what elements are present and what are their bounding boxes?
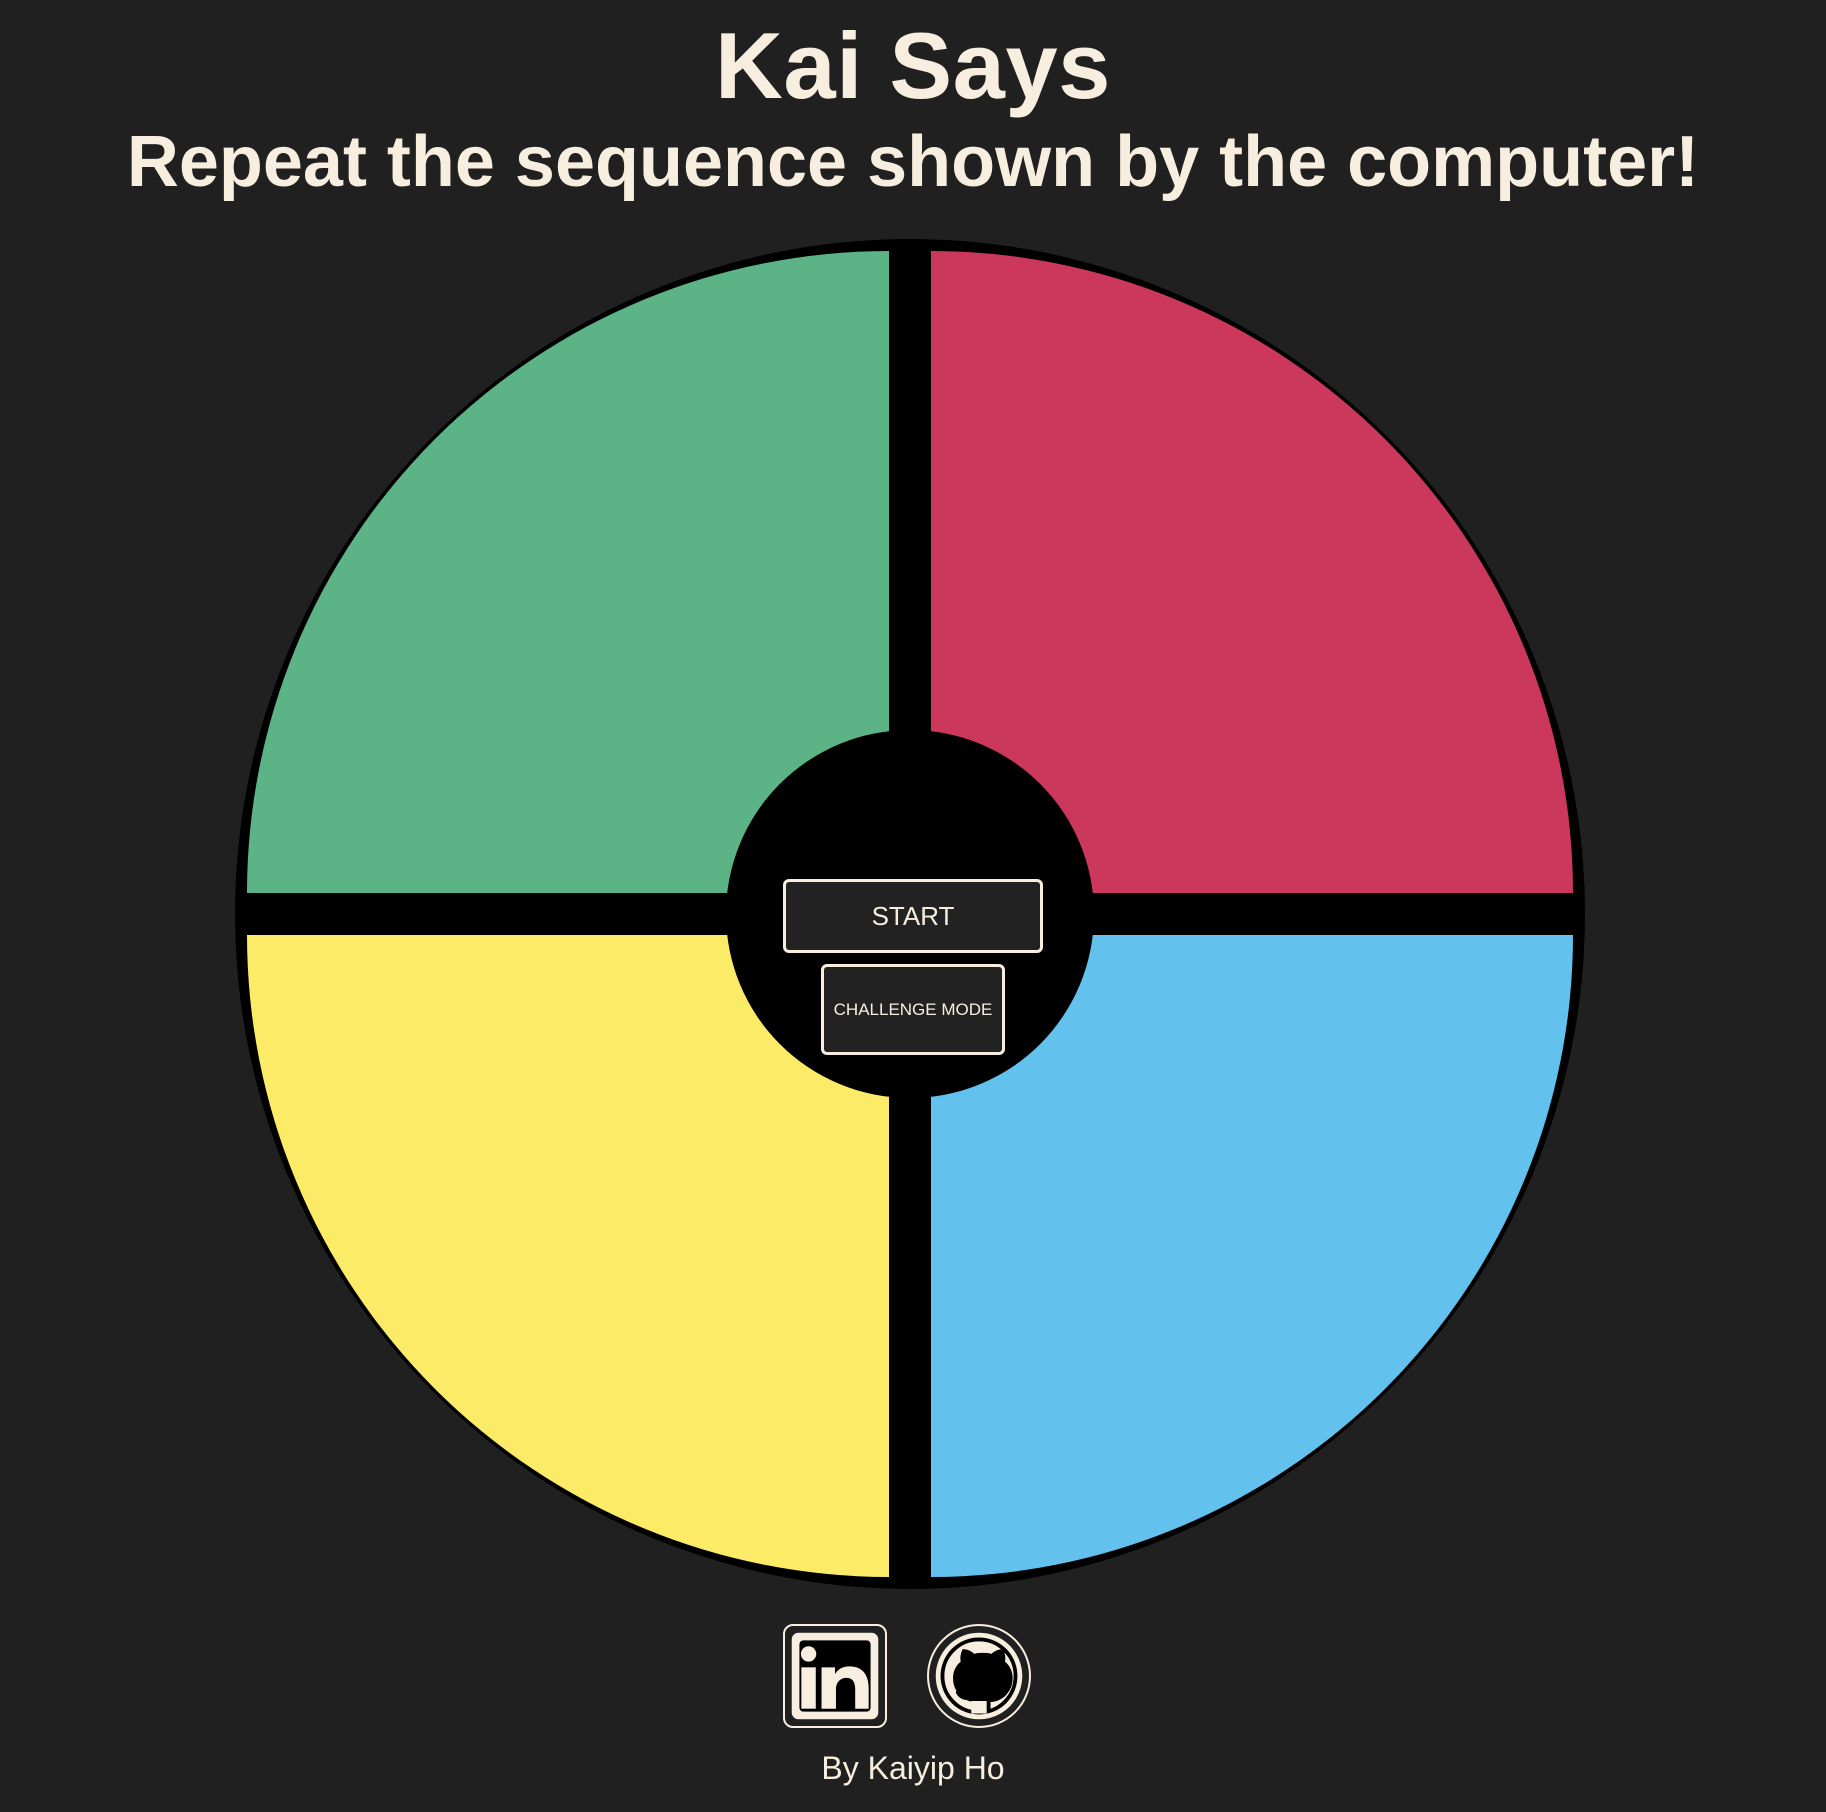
linkedin-link[interactable] [783,1624,887,1728]
challenge-mode-button[interactable]: CHALLENGE MODE [821,964,1005,1055]
start-button[interactable]: START [783,879,1043,953]
game-board: START CHALLENGE MODE [235,239,1585,1589]
center-hub: START CHALLENGE MODE [726,730,1094,1098]
author-byline: By Kaiyip Ho [821,1750,1005,1786]
page-subtitle: Repeat the sequence shown by the compute… [126,122,1700,202]
page-title: Kai Says [715,13,1111,118]
github-link[interactable] [927,1624,1031,1728]
